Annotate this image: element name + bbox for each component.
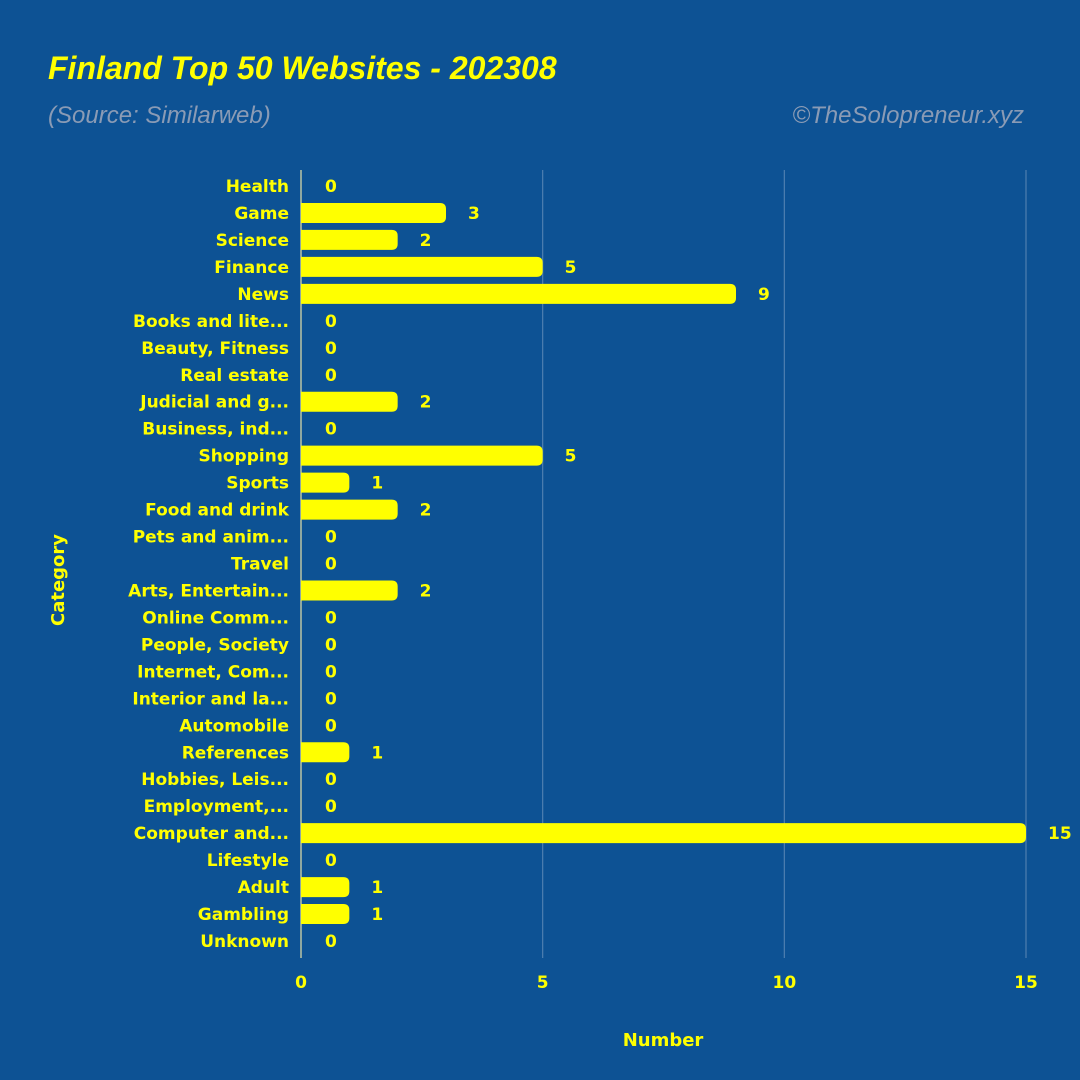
x-tick-label: 15 xyxy=(1014,973,1038,993)
y-tick-label: Internet, Com... xyxy=(137,662,289,682)
y-tick-label: Computer and... xyxy=(134,824,289,844)
data-label: 0 xyxy=(325,528,337,548)
data-label: 2 xyxy=(420,393,432,413)
data-label: 0 xyxy=(325,635,337,655)
y-tick-label: News xyxy=(237,285,289,305)
chart-credit: ©TheSolopreneur.xyz xyxy=(792,102,1024,129)
bar xyxy=(301,499,398,520)
data-label: 0 xyxy=(325,932,337,952)
bar xyxy=(301,742,350,763)
y-tick-label: Arts, Entertain... xyxy=(128,581,289,601)
y-tick-label: Unknown xyxy=(200,932,289,952)
y-tick-label: Science xyxy=(216,231,289,251)
bar xyxy=(301,904,350,925)
y-tick-label: Judicial and g... xyxy=(139,393,289,413)
bar xyxy=(301,580,398,601)
x-tick-label: 0 xyxy=(295,973,307,993)
data-label: 0 xyxy=(325,797,337,817)
y-tick-label: Online Comm... xyxy=(142,608,289,628)
y-tick-label: Travel xyxy=(231,555,289,575)
data-label: 2 xyxy=(420,501,432,521)
y-tick-label: Beauty, Fitness xyxy=(141,339,289,359)
data-label: 5 xyxy=(565,447,577,467)
bar-chart: 0 5 10 15Health 0Game 3Science 2Finance 5News 9B… xyxy=(48,170,1072,1051)
data-label: 0 xyxy=(325,662,337,682)
y-tick-label: Finance xyxy=(214,258,289,278)
data-label: 1 xyxy=(371,743,383,763)
y-tick-label: Adult xyxy=(238,878,289,898)
data-label: 0 xyxy=(325,770,337,790)
y-tick-label: Real estate xyxy=(180,366,289,386)
y-tick-label: Lifestyle xyxy=(207,851,289,871)
data-label: 0 xyxy=(325,608,337,628)
x-tick-label: 5 xyxy=(537,973,549,993)
data-label: 1 xyxy=(371,905,383,925)
y-tick-label: Hobbies, Leis... xyxy=(141,770,289,790)
y-tick-label: Automobile xyxy=(179,716,289,736)
bar xyxy=(301,391,398,412)
y-axis-label: Category xyxy=(48,534,69,626)
data-label: 1 xyxy=(371,878,383,898)
y-tick-label: Books and lite... xyxy=(133,312,289,332)
data-label: 0 xyxy=(325,339,337,359)
y-tick-label: Interior and la... xyxy=(132,689,289,709)
y-tick-label: Game xyxy=(234,204,289,224)
data-label: 0 xyxy=(325,366,337,386)
bar xyxy=(301,877,350,898)
y-tick-label: Employment,... xyxy=(144,797,289,817)
data-label: 0 xyxy=(325,312,337,332)
data-label: 0 xyxy=(325,177,337,197)
y-tick-label: Business, ind... xyxy=(142,420,289,440)
data-label: 2 xyxy=(420,581,432,601)
y-tick-label: Food and drink xyxy=(145,501,290,521)
y-tick-label: People, Society xyxy=(141,635,289,655)
y-tick-label: Shopping xyxy=(199,447,289,467)
bar xyxy=(301,229,398,250)
bar xyxy=(301,202,446,223)
data-label: 15 xyxy=(1048,824,1072,844)
data-label: 0 xyxy=(325,420,337,440)
bar xyxy=(301,283,736,304)
data-label: 2 xyxy=(420,231,432,251)
x-axis-label: Number xyxy=(623,1030,704,1051)
data-label: 5 xyxy=(565,258,577,278)
data-label: 0 xyxy=(325,555,337,575)
y-tick-label: References xyxy=(182,743,289,763)
chart-title: Finland Top 50 Websites - 202308 xyxy=(48,50,557,86)
y-tick-label: Sports xyxy=(226,474,289,494)
bar xyxy=(301,445,543,466)
data-label: 0 xyxy=(325,851,337,871)
y-tick-label: Gambling xyxy=(198,905,289,925)
data-label: 1 xyxy=(371,474,383,494)
data-label: 9 xyxy=(758,285,770,305)
data-label: 0 xyxy=(325,689,337,709)
bar xyxy=(301,472,350,493)
data-label: 0 xyxy=(325,716,337,736)
data-label: 3 xyxy=(468,204,480,224)
y-tick-label: Health xyxy=(226,177,289,197)
chart-subtitle: (Source: Similarweb) xyxy=(48,102,271,129)
x-tick-label: 10 xyxy=(772,973,796,993)
bar xyxy=(301,823,1026,844)
bar xyxy=(301,256,543,277)
y-tick-label: Pets and anim... xyxy=(133,528,289,548)
